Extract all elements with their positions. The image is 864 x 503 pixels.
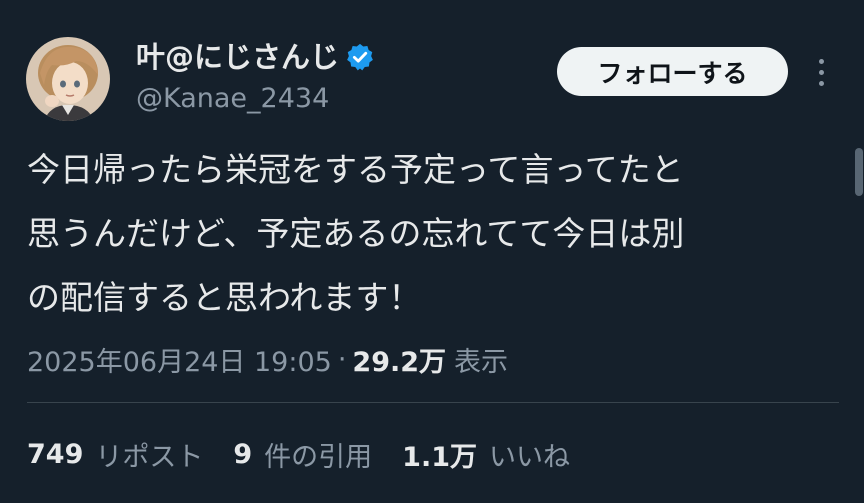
verified-badge-icon xyxy=(347,43,373,71)
tweet-detail-view: 叶@にじさんじ @Kanae_2434 フォローする 今日帰ったら栄冠をする予定… xyxy=(0,0,864,503)
reposts-label: リポスト xyxy=(95,441,204,473)
follow-button[interactable]: フォローする xyxy=(557,47,788,96)
reposts-count: 749 xyxy=(27,438,84,470)
display-name-row: 叶@にじさんじ xyxy=(136,34,375,80)
more-dot xyxy=(818,58,824,64)
display-name[interactable]: 叶@にじさんじ xyxy=(136,34,339,80)
tweet-timestamp[interactable]: 2025年06月24日 19:05 xyxy=(27,340,332,379)
reposts-stat[interactable]: 749 リポスト xyxy=(27,435,203,474)
quotes-count: 9 xyxy=(233,438,253,470)
scrollbar-thumb[interactable] xyxy=(855,148,863,196)
tweet-text-line: 思うんだけど、予定あるの忘れてて今日は別 xyxy=(27,214,685,253)
quotes-label: 件の引用 xyxy=(264,441,373,473)
user-handle[interactable]: @Kanae_2434 xyxy=(136,82,329,116)
scrollbar[interactable] xyxy=(852,0,864,503)
tweet-text-line: 今日帰ったら栄冠をする予定って言ってたと xyxy=(27,150,684,189)
tweet-text-line: の配信すると思われます！ xyxy=(27,278,422,317)
meta-separator: · xyxy=(337,343,347,375)
divider xyxy=(27,402,839,403)
likes-label: いいね xyxy=(489,441,571,473)
quotes-stat[interactable]: 9 件の引用 xyxy=(233,435,372,474)
engagement-stats: 749 リポスト 9 件の引用 1.1万 いいね xyxy=(27,432,600,476)
more-dot xyxy=(818,69,824,75)
more-dot xyxy=(818,80,824,86)
tweet-meta: 2025年06月24日 19:05 · 29.2万 表示 xyxy=(27,338,508,380)
likes-stat[interactable]: 1.1万 いいね xyxy=(402,435,570,474)
tweet-text: 今日帰ったら栄冠をする予定って言ってたと 思うんだけど、予定あるの忘れてて今日は… xyxy=(27,138,827,330)
views-label: 表示 xyxy=(454,346,509,378)
likes-count: 1.1万 xyxy=(402,441,478,473)
views-count: 29.2万 xyxy=(352,346,447,378)
avatar-portrait-icon xyxy=(26,37,110,121)
more-options-icon[interactable] xyxy=(808,52,834,92)
avatar[interactable] xyxy=(26,37,110,121)
